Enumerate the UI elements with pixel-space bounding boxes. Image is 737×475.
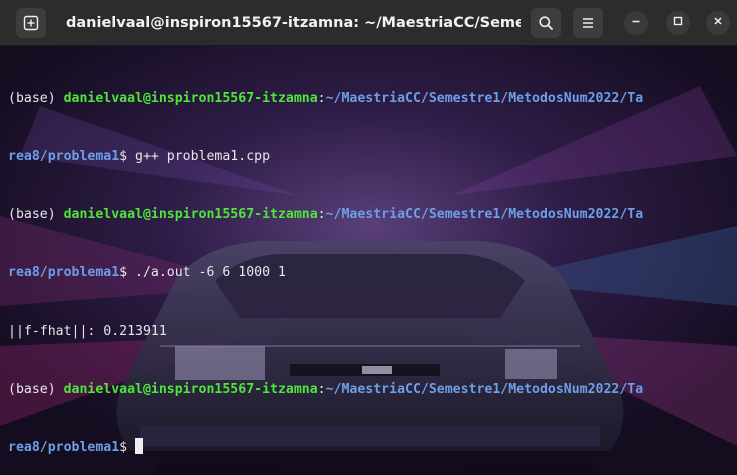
- terminal-line: (base) danielvaal@inspiron15567-itzamna:…: [8, 207, 644, 223]
- prompt-path: rea8/problema1: [8, 440, 120, 456]
- close-icon: [712, 14, 724, 32]
- terminal-window: danielvaal@inspiron15567-itzamna: ~/Maes…: [0, 0, 737, 475]
- header-bar: danielvaal@inspiron15567-itzamna: ~/Maes…: [0, 0, 737, 46]
- prompt-path: ~/MaestriaCC/Semestre1/MetodosNum2022/Ta: [325, 90, 644, 106]
- menu-button[interactable]: [573, 8, 603, 38]
- terminal-line: (base) danielvaal@inspiron15567-itzamna:…: [8, 90, 644, 106]
- prompt-path: rea8/problema1: [8, 265, 120, 281]
- prompt-user: danielvaal@inspiron15567-itzamna: [63, 381, 318, 397]
- command-text: $ ./a.out -6 6 1000 1: [119, 265, 286, 281]
- prompt-user: danielvaal@inspiron15567-itzamna: [63, 207, 318, 223]
- prompt-path: ~/MaestriaCC/Semestre1/MetodosNum2022/Ta: [325, 207, 644, 223]
- new-tab-icon: [23, 15, 39, 31]
- minimize-button[interactable]: [624, 11, 648, 35]
- terminal-line: rea8/problema1$ ./a.out -6 6 1000 1: [8, 263, 730, 282]
- terminal-area[interactable]: (base) danielvaal@inspiron15567-itzamna:…: [0, 46, 737, 475]
- prompt-user: danielvaal@inspiron15567-itzamna: [63, 90, 318, 106]
- program-output: ||f-fhat||: 0.213911: [8, 323, 167, 339]
- minimize-icon: [630, 14, 642, 32]
- terminal-output: (base) danielvaal@inspiron15567-itzamna:…: [8, 50, 730, 475]
- prompt-path: rea8/problema1: [8, 149, 120, 165]
- terminal-line: rea8/problema1$: [8, 438, 730, 457]
- close-button[interactable]: [706, 11, 730, 35]
- search-icon: [538, 15, 554, 31]
- terminal-line: rea8/problema1$ g++ problema1.cpp: [8, 147, 730, 166]
- prompt-path: ~/MaestriaCC/Semestre1/MetodosNum2022/Ta: [325, 381, 644, 397]
- maximize-icon: [672, 14, 684, 32]
- maximize-button[interactable]: [666, 11, 690, 35]
- hamburger-menu-icon: [581, 16, 595, 30]
- command-text: $ g++ problema1.cpp: [119, 149, 271, 165]
- terminal-line: (base) danielvaal@inspiron15567-itzamna:…: [8, 381, 644, 397]
- new-tab-button[interactable]: [16, 8, 46, 38]
- command-text: $: [119, 440, 136, 456]
- text-cursor[interactable]: [135, 438, 144, 455]
- window-title: danielvaal@inspiron15567-itzamna: ~/Maes…: [66, 15, 521, 31]
- search-button[interactable]: [531, 8, 561, 38]
